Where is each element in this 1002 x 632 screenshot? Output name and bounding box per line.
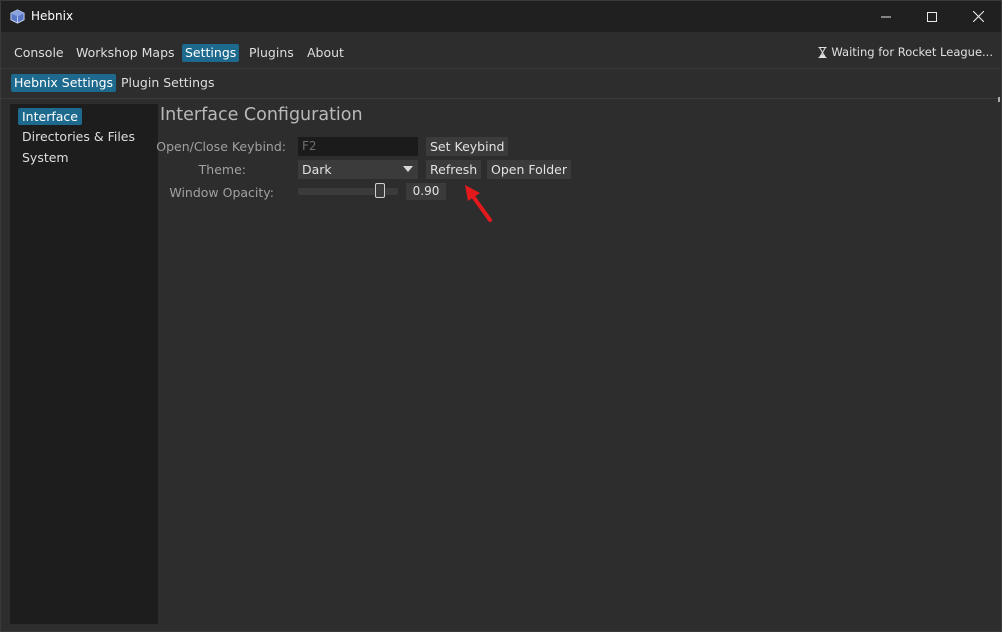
theme-selected-value: Dark — [302, 162, 332, 177]
scrollbar-marker — [998, 97, 1000, 102]
opacity-slider-thumb[interactable] — [375, 183, 385, 198]
menu-workshop-maps[interactable]: Workshop Maps — [73, 44, 178, 62]
tab-hebnix-settings[interactable]: Hebnix Settings — [11, 74, 117, 92]
keybind-label: Open/Close Keybind: — [156, 139, 286, 154]
settings-sidebar: Interface Directories & Files System — [10, 104, 158, 624]
tabs-divider — [1, 98, 1001, 99]
menu-bar: Console Workshop Maps Settings Plugins A… — [1, 38, 1001, 68]
minimize-icon — [881, 16, 891, 17]
status-text: Waiting for Rocket League... — [831, 45, 993, 59]
theme-label: Theme: — [198, 162, 246, 177]
chevron-down-icon — [403, 166, 413, 172]
menu-about[interactable]: About — [304, 44, 347, 62]
set-keybind-button[interactable]: Set Keybind — [426, 137, 509, 156]
theme-select[interactable]: Dark — [298, 160, 418, 179]
menu-divider — [1, 68, 1001, 69]
refresh-button[interactable]: Refresh — [426, 160, 482, 179]
maximize-icon — [927, 11, 937, 22]
menu-plugins[interactable]: Plugins — [246, 44, 297, 62]
sidebar-item-directories[interactable]: Directories & Files — [18, 128, 139, 145]
app-logo-icon — [10, 9, 25, 24]
close-button[interactable] — [955, 1, 1001, 32]
status-indicator: Waiting for Rocket League... — [818, 45, 993, 59]
minimize-button[interactable] — [863, 1, 909, 32]
red-arrow-annotation — [465, 185, 492, 222]
close-icon — [972, 11, 984, 22]
tab-plugin-settings[interactable]: Plugin Settings — [118, 74, 218, 92]
open-folder-button[interactable]: Open Folder — [487, 160, 571, 179]
opacity-value[interactable]: 0.90 — [406, 183, 446, 200]
hourglass-icon — [818, 46, 827, 58]
title-bar[interactable]: Hebnix — [1, 1, 1001, 32]
app-window: Hebnix Console Workshop Maps Settings Pl… — [0, 0, 1002, 632]
sidebar-item-interface[interactable]: Interface — [18, 108, 82, 125]
menu-console[interactable]: Console — [11, 44, 67, 62]
maximize-button[interactable] — [909, 1, 955, 32]
opacity-label: Window Opacity: — [169, 185, 274, 200]
sidebar-item-system[interactable]: System — [18, 149, 73, 166]
menu-settings[interactable]: Settings — [182, 44, 240, 62]
page-title: Interface Configuration — [160, 105, 363, 125]
keybind-input[interactable]: F2 — [298, 137, 418, 156]
window-title: Hebnix — [31, 9, 74, 23]
